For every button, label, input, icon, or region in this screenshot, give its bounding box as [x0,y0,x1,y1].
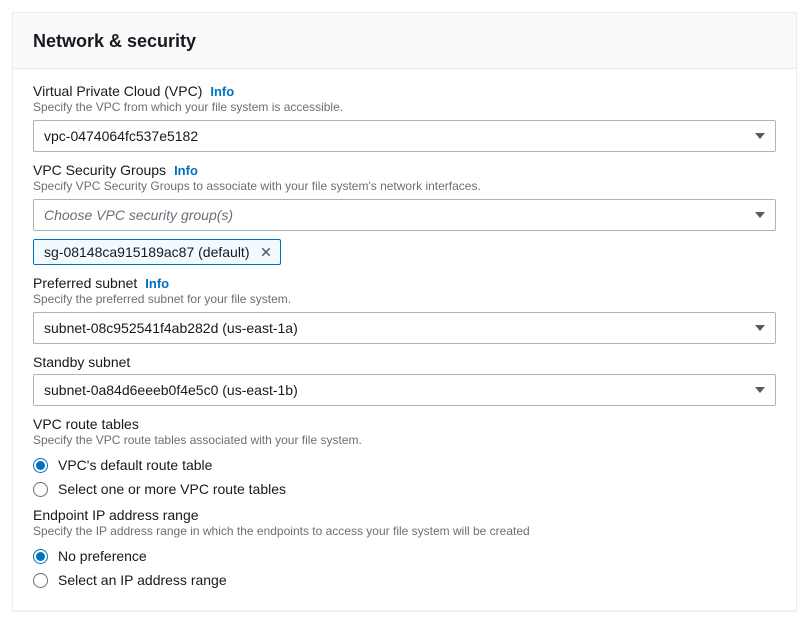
radio-icon [33,482,48,497]
security-group-token: sg-08148ca915189ac87 (default) [33,239,281,265]
vpc-label: Virtual Private Cloud (VPC) [33,83,202,99]
endpoint-range-field: Endpoint IP address range Specify the IP… [33,507,776,592]
security-group-token-label: sg-08148ca915189ac87 (default) [44,244,250,260]
endpoint-option-select-range[interactable]: Select an IP address range [33,568,776,592]
preferred-subnet-field: Preferred subnet Info Specify the prefer… [33,275,776,344]
endpoint-no-pref-label: No preference [58,548,147,564]
vpc-select-value: vpc-0474064fc537e5182 [44,128,198,144]
standby-subnet-label: Standby subnet [33,354,130,370]
chevron-down-icon [755,325,765,331]
standby-subnet-value: subnet-0a84d6eeeb0f4e5c0 (us-east-1b) [44,382,298,398]
route-table-select-label: Select one or more VPC route tables [58,481,286,497]
security-groups-select[interactable]: Choose VPC security group(s) [33,199,776,231]
route-tables-helper: Specify the VPC route tables associated … [33,433,776,447]
security-groups-placeholder: Choose VPC security group(s) [44,207,233,223]
network-security-panel: Network & security Virtual Private Cloud… [12,12,797,611]
preferred-subnet-info-link[interactable]: Info [145,276,169,291]
security-groups-helper: Specify VPC Security Groups to associate… [33,179,776,193]
radio-icon [33,458,48,473]
security-groups-info-link[interactable]: Info [174,163,198,178]
route-table-option-select[interactable]: Select one or more VPC route tables [33,477,776,501]
vpc-field: Virtual Private Cloud (VPC) Info Specify… [33,83,776,152]
radio-icon [33,549,48,564]
route-tables-label: VPC route tables [33,416,776,432]
security-groups-label: VPC Security Groups [33,162,166,178]
panel-header: Network & security [13,13,796,69]
chevron-down-icon [755,387,765,393]
preferred-subnet-label: Preferred subnet [33,275,137,291]
endpoint-option-no-preference[interactable]: No preference [33,544,776,568]
standby-subnet-field: Standby subnet subnet-0a84d6eeeb0f4e5c0 … [33,354,776,406]
panel-title: Network & security [33,31,776,52]
standby-subnet-select[interactable]: subnet-0a84d6eeeb0f4e5c0 (us-east-1b) [33,374,776,406]
panel-body: Virtual Private Cloud (VPC) Info Specify… [13,69,796,610]
route-table-option-default[interactable]: VPC's default route table [33,453,776,477]
route-table-default-label: VPC's default route table [58,457,212,473]
chevron-down-icon [755,212,765,218]
endpoint-range-label: Endpoint IP address range [33,507,776,523]
vpc-select[interactable]: vpc-0474064fc537e5182 [33,120,776,152]
vpc-helper: Specify the VPC from which your file sys… [33,100,776,114]
remove-token-button[interactable] [260,246,272,258]
preferred-subnet-helper: Specify the preferred subnet for your fi… [33,292,776,306]
radio-icon [33,573,48,588]
preferred-subnet-select[interactable]: subnet-08c952541f4ab282d (us-east-1a) [33,312,776,344]
close-icon [260,246,272,258]
endpoint-select-range-label: Select an IP address range [58,572,227,588]
chevron-down-icon [755,133,765,139]
preferred-subnet-value: subnet-08c952541f4ab282d (us-east-1a) [44,320,298,336]
route-tables-field: VPC route tables Specify the VPC route t… [33,416,776,501]
endpoint-range-helper: Specify the IP address range in which th… [33,524,776,538]
vpc-info-link[interactable]: Info [210,84,234,99]
security-groups-field: VPC Security Groups Info Specify VPC Sec… [33,162,776,265]
